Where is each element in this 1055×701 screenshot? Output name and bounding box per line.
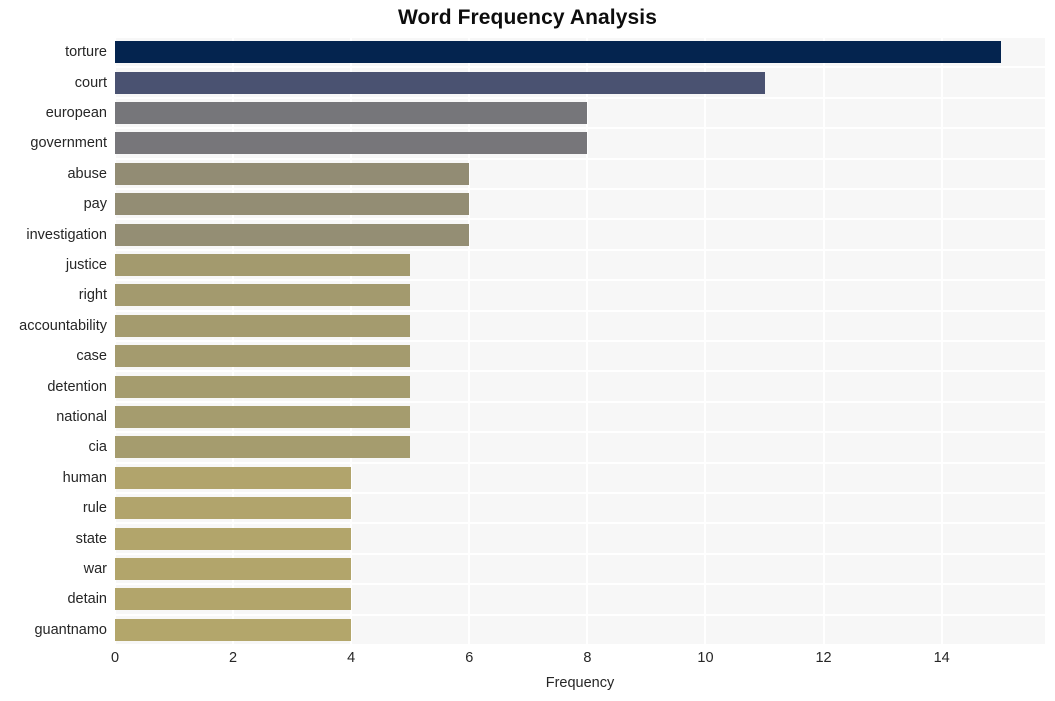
bar: [115, 41, 1001, 64]
x-tick-label: 4: [347, 650, 356, 666]
bar: [115, 102, 588, 124]
y-tick-label: war: [83, 561, 107, 577]
page-title: Word Frequency Analysis: [397, 6, 658, 29]
x-tick-label: 2: [229, 650, 238, 666]
x-tick-label: 6: [465, 650, 474, 666]
bar: [115, 193, 470, 216]
bar: [115, 375, 411, 398]
bar: [115, 497, 352, 520]
bar: [115, 527, 352, 550]
y-axis-tick-labels: torture court european government abuse pay in…: [0, 37, 107, 645]
y-tick-label: pay: [83, 196, 107, 213]
bars-group: [115, 37, 1045, 645]
y-tick-label: european: [45, 105, 107, 121]
y-tick-label: national: [56, 409, 107, 425]
bar: [115, 558, 352, 580]
bar: [115, 345, 411, 368]
y-tick-label: court: [74, 74, 107, 91]
bar: [115, 588, 352, 611]
plot-area: [115, 37, 1045, 645]
bar: [115, 314, 411, 337]
y-tick-label: case: [76, 348, 107, 365]
x-tick-label: 0: [110, 650, 120, 666]
bar: [115, 284, 411, 307]
y-tick-label: state: [75, 530, 107, 547]
bar: [115, 71, 765, 94]
bar: [115, 254, 411, 276]
y-tick-label: cia: [88, 439, 107, 456]
y-tick-label: detain: [67, 591, 107, 608]
y-tick-label: human: [62, 469, 107, 486]
bar: [115, 406, 411, 428]
x-tick-label: 12: [815, 650, 832, 666]
bar: [115, 162, 470, 185]
bar: [115, 618, 352, 641]
y-tick-label: justice: [65, 257, 107, 273]
y-tick-label: torture: [65, 44, 107, 61]
bar: [115, 132, 588, 155]
y-tick-label: accountability: [19, 317, 107, 334]
x-axis-label: Frequency: [545, 675, 615, 691]
y-tick-label: investigation: [26, 226, 107, 243]
bar: [115, 466, 352, 489]
y-tick-label: right: [78, 287, 107, 304]
chart-figure: Word Frequency Analysis torture court euro…: [0, 0, 1055, 701]
y-tick-label: guantnamo: [34, 621, 107, 638]
y-tick-label: government: [30, 135, 107, 152]
y-tick-label: rule: [82, 500, 107, 517]
y-tick-label: detention: [47, 378, 107, 395]
bar: [115, 223, 470, 246]
x-tick-label: 8: [583, 650, 592, 666]
x-axis-tick-labels: 0 2 4 6 8 10 12 14: [0, 650, 1055, 672]
y-tick-label: abuse: [67, 165, 107, 182]
x-tick-label: 10: [697, 650, 714, 666]
x-tick-label: 14: [933, 650, 950, 666]
bar: [115, 436, 411, 459]
